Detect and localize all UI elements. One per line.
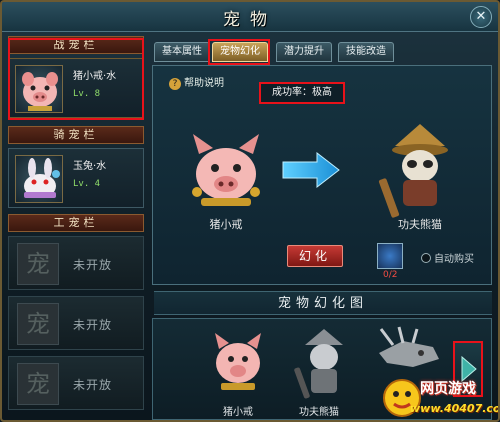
pet-sidebar: 战宠栏 猪小戒·水 Lv. 8 骑宠栏 玉兔·水 Lv. 4 工宠栏 宠 未开放…: [8, 36, 144, 420]
source-pet-image: [181, 126, 271, 216]
pet-window: 宠物 ✕ 战宠栏 猪小戒·水 Lv. 8 骑宠栏 玉兔·水 Lv. 4 工宠栏 …: [0, 0, 500, 422]
window-title: 宠物: [223, 10, 277, 30]
battle-pet-highlight: [8, 38, 144, 120]
rabbit-pet-portrait: [15, 155, 63, 203]
target-pet-image: [375, 118, 465, 218]
locked-pet-icon: 宠: [17, 363, 59, 405]
mount-pet-header: 骑宠栏: [8, 126, 144, 144]
tab-basic-attributes[interactable]: 基本属性: [154, 42, 210, 62]
locked-slot-label: 未开放: [73, 378, 113, 392]
transform-arrow-icon: [282, 152, 340, 188]
mount-pet-level: Lv. 4: [73, 179, 101, 189]
work-pet-header: 工宠栏: [8, 214, 144, 232]
transform-material-icon[interactable]: [377, 243, 403, 269]
mount-pet-name: 玉兔·水: [73, 161, 107, 172]
close-button[interactable]: ✕: [470, 6, 492, 28]
question-icon: ?: [169, 78, 181, 90]
locked-slot-label: 未开放: [73, 318, 113, 332]
transform-button[interactable]: 幻化: [287, 245, 343, 267]
success-rate: 成功率：极高: [259, 82, 345, 104]
locked-slot: 宠 未开放: [8, 236, 144, 290]
active-tab-highlight: [208, 39, 270, 65]
chain-pig-image[interactable]: [207, 323, 269, 403]
mount-pet-slot[interactable]: 玉兔·水 Lv. 4: [8, 148, 144, 208]
help-label: 帮助说明: [184, 78, 224, 89]
source-pet-name: 猪小戒: [209, 218, 243, 231]
locked-pet-icon: 宠: [17, 303, 59, 345]
transform-panel: ? 帮助说明 成功率：极高 猪小戒 功夫熊猫 幻化 0/2 自动购买: [152, 65, 492, 285]
checkbox-icon: [421, 253, 431, 263]
locked-slot: 宠 未开放: [8, 356, 144, 410]
material-count: 0/2: [383, 270, 398, 280]
locked-slot: 宠 未开放: [8, 296, 144, 350]
chain-panda-name: 功夫熊猫: [299, 407, 339, 418]
help-button[interactable]: ? 帮助说明: [169, 74, 224, 90]
watermark-title: 网页游戏: [420, 381, 476, 397]
tab-skill-modify[interactable]: 技能改造: [338, 42, 394, 62]
chain-pig-name: 猪小戒: [223, 407, 253, 418]
target-pet-name: 功夫熊猫: [398, 218, 442, 231]
tab-potential-upgrade[interactable]: 潜力提升: [276, 42, 332, 62]
chain-panda-image[interactable]: [293, 323, 355, 403]
transform-chart-title: 宠物幻化图: [154, 291, 492, 315]
locked-pet-icon: 宠: [17, 243, 59, 285]
auto-buy-checkbox[interactable]: 自动购买: [421, 250, 474, 265]
locked-slot-label: 未开放: [73, 258, 113, 272]
auto-buy-label: 自动购买: [434, 254, 474, 265]
watermark-url: www.40407.com: [410, 402, 500, 415]
title-bar: 宠物 ✕: [2, 2, 498, 32]
